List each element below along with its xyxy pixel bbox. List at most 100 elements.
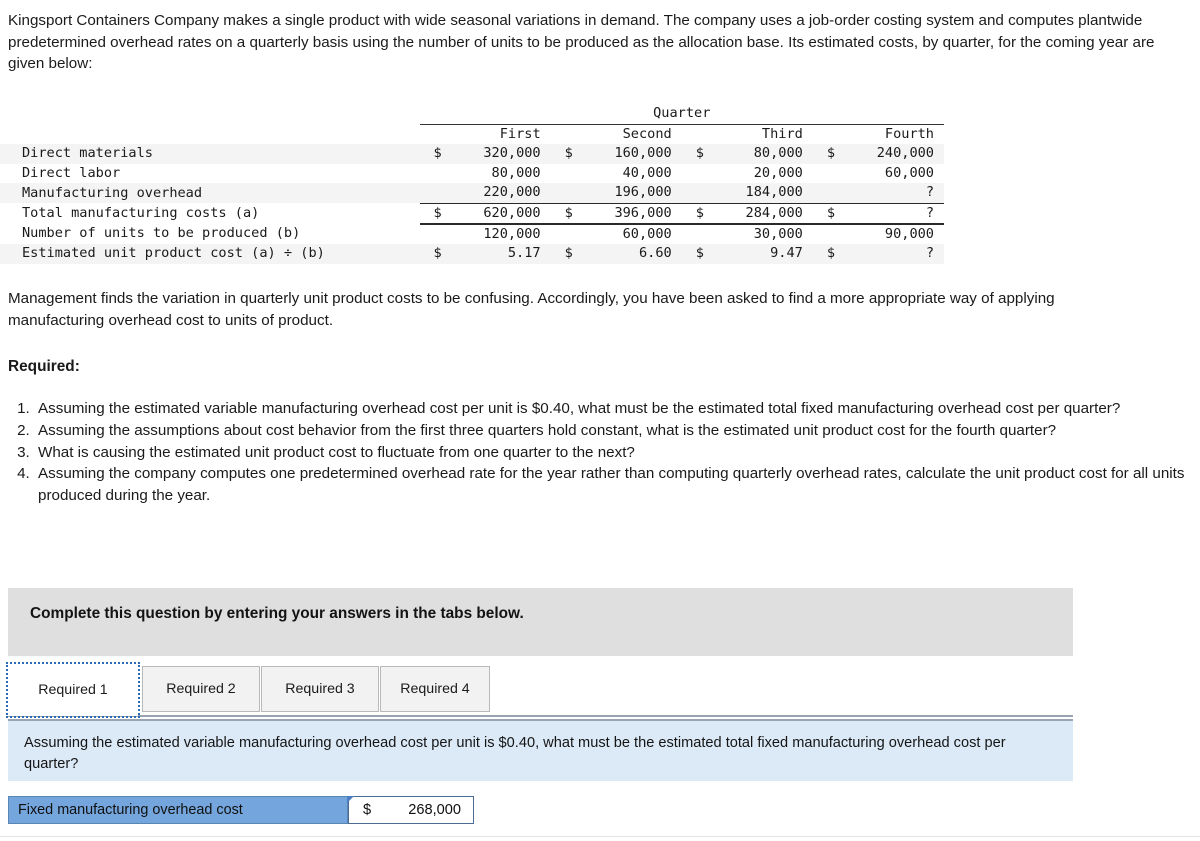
row-cell: 196,000 [550,183,682,204]
cell-amount: ? [925,204,934,221]
row-cell: $240,000 [812,144,944,164]
column-header-fourth: Fourth [812,123,944,145]
column-header-second: Second [550,123,682,145]
answer-label-text: Fixed manufacturing overhead cost [18,802,243,818]
tab-required-3[interactable]: Required 3 [261,666,379,712]
required-item-1: Assuming the estimated variable manufact… [34,398,1200,420]
row-cell: $? [812,244,944,264]
cell-amount: ? [925,184,934,201]
cell-amount: 620,000 [483,204,541,221]
question-page: Kingsport Containers Company makes a sin… [0,0,1200,841]
row-cell: $320,000 [419,144,551,164]
cell-amount: 284,000 [745,204,803,221]
cell-currency: $ [433,245,442,262]
row-label: Direct materials [0,144,420,164]
cell-marker-icon [347,796,354,803]
tab-required-2[interactable]: Required 2 [142,666,260,712]
row-cell: 60,000 [812,163,944,184]
row-label: Manufacturing overhead [0,183,420,204]
table-row: Manufacturing overhead 220,000 196,000 1… [0,183,944,204]
cell-currency: $ [564,145,573,162]
cell-amount: 5.17 [507,245,541,262]
row-cell: ? [812,183,944,204]
answer-currency: $ [363,802,372,818]
cell-amount: 220,000 [483,184,541,201]
row-cell: 30,000 [681,224,813,245]
table-row: Direct materials $320,000 $160,000 $80,0… [0,144,944,164]
column-header-first: First [419,123,551,145]
table-head: Quarter First Second Third Fourth [0,104,944,145]
cell-currency: $ [433,145,442,162]
tab-underline [8,715,1073,717]
table-row: Direct labor 80,000 40,000 20,000 60,000 [0,163,944,184]
row-cell: $? [812,202,944,225]
row-label: Total manufacturing costs (a) [0,203,420,225]
cell-amount: ? [925,245,934,262]
row-cell: 90,000 [812,224,944,245]
row-cell: 80,000 [419,163,551,184]
cell-amount: 240,000 [876,145,934,162]
row-cell: 40,000 [550,163,682,184]
tab-required-4[interactable]: Required 4 [380,666,490,712]
table-row-total: Total manufacturing costs (a) $620,000 $… [0,202,944,225]
cell-currency: $ [826,145,836,162]
cell-amount: 80,000 [753,145,803,162]
row-cell: $620,000 [419,202,551,225]
cell-currency: $ [695,145,704,162]
table-row: Number of units to be produced (b) 120,0… [0,224,944,245]
tab-required-1[interactable]: Required 1 [6,662,140,718]
instruction-banner: Complete this question by entering your … [8,588,1073,656]
cell-amount: 60,000 [884,164,934,181]
required-heading: Required: [8,358,80,375]
intro-paragraph: Kingsport Containers Company makes a sin… [8,12,1155,72]
cell-amount: 40,000 [622,164,672,181]
row-cell: 60,000 [550,224,682,245]
cell-amount: 396,000 [614,204,672,221]
row-cell: 220,000 [419,183,551,204]
row-cell: $9.47 [681,244,813,264]
cell-currency: $ [826,204,836,221]
row-cell: $6.60 [550,244,682,264]
table-group-header-row: Quarter [0,104,944,124]
estimated-costs-table: Quarter First Second Third Fourth Direct… [0,104,944,264]
cell-amount: 20,000 [753,164,803,181]
cell-currency: $ [564,245,573,262]
cell-amount: 184,000 [745,184,803,201]
tab-label: Required 1 [38,682,108,698]
row-label: Estimated unit product cost (a) ÷ (b) [0,244,420,264]
instruction-banner-text: Complete this question by entering your … [30,605,524,622]
cell-amount: 9.47 [770,245,803,262]
cell-amount: 90,000 [884,225,934,242]
tab-strip: Required 1 Required 2 Required 3 Require… [6,662,1073,718]
column-header-third: Third [681,123,813,145]
row-cell: $284,000 [681,202,813,225]
table-body: Direct materials $320,000 $160,000 $80,0… [0,144,944,264]
row-cell: $160,000 [550,144,682,164]
cell-amount: 80,000 [491,164,541,181]
cell-currency: $ [564,204,573,221]
row-cell: $80,000 [681,144,813,164]
tab-label: Required 3 [285,681,355,697]
cell-amount: 196,000 [614,184,672,201]
row-label: Direct labor [0,163,420,184]
row-cell: $5.17 [419,244,551,264]
row-label: Number of units to be produced (b) [0,224,420,245]
tab-label: Required 2 [166,681,236,697]
group-header-quarter: Quarter [653,105,711,121]
cell-amount: 30,000 [753,225,803,242]
table-column-header-row: First Second Third Fourth [0,123,944,145]
cell-currency: $ [433,204,442,221]
fixed-overhead-cost-input[interactable]: $ 268,000 [347,796,474,824]
tab-label: Required 4 [400,681,470,697]
table-row: Estimated unit product cost (a) ÷ (b) $5… [0,244,944,264]
bottom-divider [0,836,1200,837]
question-panel: Assuming the estimated variable manufact… [8,719,1073,781]
required-item-2: Assuming the assumptions about cost beha… [34,420,1200,442]
cell-amount: 320,000 [483,145,541,162]
column-header-blank [0,124,420,144]
cell-currency: $ [695,245,704,262]
table-corner-cell [0,104,420,124]
answer-value: 268,000 [408,802,461,818]
answer-row: Fixed manufacturing overhead cost $ 268,… [8,796,474,824]
management-paragraph: Management finds the variation in quarte… [8,290,1055,329]
